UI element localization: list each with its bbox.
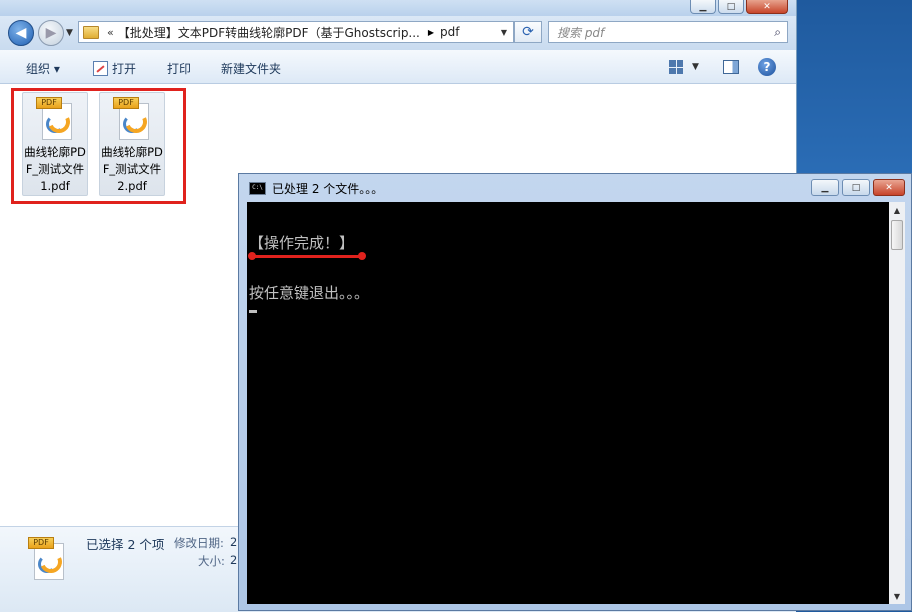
recent-pages-dropdown[interactable]: ▼ (66, 28, 73, 38)
command-bar: 组织 ▾ 打开 打印 新建文件夹 ▼ ? (0, 50, 796, 84)
size-label: 大小: (198, 554, 225, 568)
new-folder-button[interactable]: 新建文件夹 (221, 60, 281, 77)
help-icon[interactable]: ? (758, 58, 776, 76)
search-input[interactable]: 搜索 pdf ⌕ (548, 21, 788, 43)
navigation-bar: ◀ ▶ ▼ « 【批处理】文本PDF转曲线轮廓PDF（基于Ghostscrip.… (0, 16, 796, 62)
console-maximize-button[interactable]: □ (842, 179, 870, 196)
text-cursor (249, 310, 257, 313)
annotation-dot (248, 252, 256, 260)
explorer-window-controls: ▁ □ ✕ (690, 0, 788, 14)
annotation-dot (358, 252, 366, 260)
open-label: 打开 (112, 62, 137, 76)
console-titlebar: C:\ 已处理 2 个文件。。。 (249, 180, 383, 197)
console-line-press-key: 按任意键退出。。。 (249, 284, 370, 302)
file-name: 曲线轮廓PDF_测试文件2.pdf (101, 145, 163, 193)
console-close-button[interactable]: ✕ (873, 179, 905, 196)
pdf-file-icon: PDF (36, 97, 74, 140)
scroll-down-icon[interactable]: ▼ (889, 588, 905, 604)
annotation-underline-complete (251, 255, 361, 258)
console-output[interactable]: 【操作完成！】 按任意键退出。。。 (247, 202, 889, 604)
explorer-titlebar: ▁ □ ✕ (0, 0, 796, 16)
close-button[interactable]: ✕ (746, 0, 788, 14)
change-view-icon[interactable] (669, 60, 683, 74)
console-scrollbar[interactable]: ▲ ▼ (889, 202, 905, 604)
modified-date-value: 2 (230, 535, 238, 549)
print-button[interactable]: 打印 (167, 60, 191, 77)
folder-icon (83, 25, 99, 39)
search-icon[interactable]: ⌕ (774, 25, 781, 40)
pdf-file-icon: PDF (113, 97, 151, 140)
maximize-button[interactable]: □ (718, 0, 744, 14)
preview-pane-icon[interactable] (723, 60, 739, 74)
breadcrumb-parent-folder[interactable]: 【批处理】文本PDF转曲线轮廓PDF（基于Ghostscrip... (118, 24, 420, 41)
organize-button[interactable]: 组织 ▾ (26, 60, 60, 77)
file-name: 曲线轮廓PDF_测试文件1.pdf (24, 145, 86, 193)
breadcrumb-current-folder[interactable]: pdf (440, 25, 459, 39)
size-value: 2 (230, 553, 238, 567)
console-minimize-button[interactable]: ▁ (811, 179, 839, 196)
modified-date-label: 修改日期: (174, 536, 224, 550)
view-options-dropdown[interactable]: ▼ (692, 62, 699, 72)
command-prompt-icon: C:\ (249, 182, 266, 195)
address-bar[interactable]: « 【批处理】文本PDF转曲线轮廓PDF（基于Ghostscrip... ▶ p… (78, 21, 514, 43)
file-item[interactable]: PDF 曲线轮廓PDF_测试文件1.pdf (22, 92, 88, 196)
console-window: C:\ 已处理 2 个文件。。。 ▁ □ ✕ 【操作完成！】 按任意键退出。。。… (238, 173, 912, 611)
scroll-thumb[interactable] (891, 220, 903, 250)
pdf-file-icon: PDF (28, 537, 66, 581)
open-button[interactable]: 打开 (93, 60, 136, 77)
refresh-button[interactable]: ⟳ (514, 21, 542, 43)
console-title: 已处理 2 个文件。。。 (272, 182, 384, 196)
minimize-button[interactable]: ▁ (690, 0, 716, 14)
console-window-controls: ▁ □ ✕ (811, 179, 905, 196)
breadcrumb-overflow-chevron[interactable]: « (107, 26, 114, 39)
address-dropdown-icon[interactable]: ▼ (501, 28, 507, 37)
open-icon (93, 61, 108, 76)
forward-button[interactable]: ▶ (38, 20, 64, 46)
file-item[interactable]: PDF 曲线轮廓PDF_测试文件2.pdf (99, 92, 165, 196)
scroll-up-icon[interactable]: ▲ (889, 202, 905, 218)
back-button[interactable]: ◀ (8, 20, 34, 46)
console-line-complete: 【操作完成！】 (249, 234, 355, 252)
breadcrumb-separator-icon[interactable]: ▶ (428, 28, 434, 37)
search-placeholder: 搜索 pdf (557, 25, 605, 40)
selection-count: 已选择 2 个项 (86, 537, 165, 552)
